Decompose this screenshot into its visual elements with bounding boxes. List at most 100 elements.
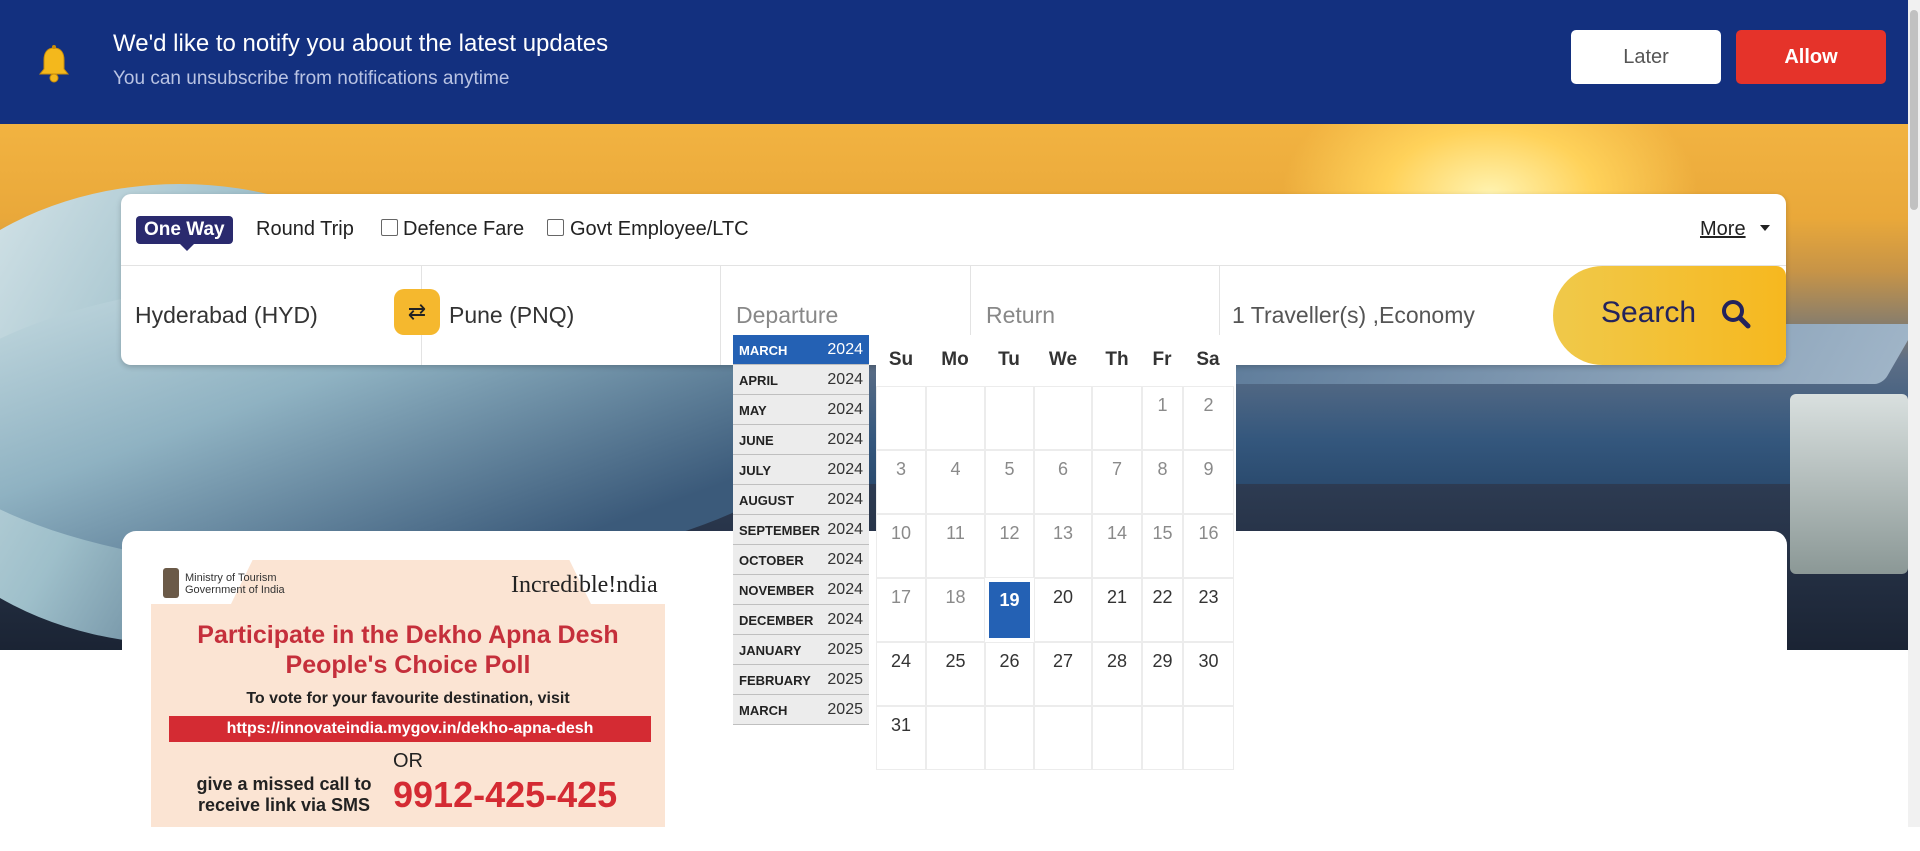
- page-scrollbar[interactable]: [1908, 0, 1920, 827]
- calendar-day[interactable]: 26: [985, 642, 1034, 706]
- chevron-down-icon[interactable]: [1760, 225, 1770, 231]
- calendar-day: 16: [1183, 514, 1234, 578]
- month-year: 2025: [827, 701, 863, 718]
- banner-or: OR: [393, 750, 423, 772]
- calendar-empty-cell: [985, 706, 1034, 770]
- travellers-field[interactable]: 1 Traveller(s) ,Economy: [1232, 302, 1475, 329]
- field-separator: [720, 266, 721, 365]
- month-item[interactable]: MARCH 2025: [733, 695, 869, 725]
- month-name: JANUARY: [739, 643, 802, 658]
- calendar-empty-cell: [1034, 706, 1092, 770]
- calendar-day[interactable]: 30: [1183, 642, 1234, 706]
- more-dropdown[interactable]: More: [1700, 218, 1746, 241]
- later-button[interactable]: Later: [1571, 30, 1721, 84]
- to-field[interactable]: Pune (PNQ): [449, 302, 574, 329]
- scrollbar-thumb[interactable]: [1910, 10, 1918, 210]
- month-year: 2024: [827, 341, 863, 358]
- calendar-empty-cell: [926, 706, 985, 770]
- calendar-day: 15: [1142, 514, 1183, 578]
- month-item[interactable]: DECEMBER 2024: [733, 605, 869, 635]
- calendar-day[interactable]: 29: [1142, 642, 1183, 706]
- day-number: 6: [1057, 459, 1068, 479]
- day-number: 11: [946, 523, 965, 543]
- calendar-day[interactable]: 24: [876, 642, 926, 706]
- govt-employee-label[interactable]: Govt Employee/LTC: [570, 218, 749, 241]
- calendar-empty-cell: [1092, 386, 1142, 450]
- month-year: 2024: [827, 371, 863, 388]
- form-divider: [121, 265, 1786, 266]
- calendar-empty-cell: [1142, 706, 1183, 770]
- day-number: 14: [1106, 523, 1128, 543]
- month-item[interactable]: SEPTEMBER 2024: [733, 515, 869, 545]
- month-name: JUNE: [739, 433, 774, 448]
- calendar-day[interactable]: 20: [1034, 578, 1092, 642]
- month-year: 2025: [827, 671, 863, 688]
- calendar-day: 5: [985, 450, 1034, 514]
- search-button[interactable]: Search: [1553, 266, 1786, 365]
- month-year: 2024: [827, 491, 863, 508]
- calendar-day[interactable]: 25: [926, 642, 985, 706]
- calendar-empty-cell: [1092, 706, 1142, 770]
- month-year: 2024: [827, 551, 863, 568]
- calendar-day: 17: [876, 578, 926, 642]
- day-number: 3: [895, 459, 906, 479]
- month-name: NOVEMBER: [739, 583, 815, 598]
- notification-subtitle: You can unsubscribe from notifications a…: [113, 68, 510, 89]
- allow-button[interactable]: Allow: [1736, 30, 1886, 84]
- weekday-header: Fr: [1152, 349, 1172, 370]
- departure-field[interactable]: Departure: [736, 302, 838, 329]
- month-item[interactable]: MARCH 2024: [733, 335, 869, 365]
- calendar-day: 6: [1034, 450, 1092, 514]
- month-list: MARCH 2024 APRIL 2024 MAY 2024 JUNE 2024 JULY 202…: [733, 335, 869, 725]
- month-name: MARCH: [739, 343, 788, 358]
- month-item[interactable]: OCTOBER 2024: [733, 545, 869, 575]
- calendar-day[interactable]: 27: [1034, 642, 1092, 706]
- month-item[interactable]: FEBRUARY 2025: [733, 665, 869, 695]
- banner-ministry: Ministry of Tourism Government of India: [185, 572, 285, 596]
- search-icon: [1722, 300, 1751, 329]
- month-year: 2025: [827, 641, 863, 658]
- weekday-header: Sa: [1196, 349, 1220, 370]
- govt-employee-checkbox[interactable]: [547, 219, 564, 236]
- calendar-day[interactable]: 28: [1092, 642, 1142, 706]
- round-trip-tab[interactable]: Round Trip: [256, 218, 354, 241]
- month-year: 2024: [827, 401, 863, 418]
- search-button-label: Search: [1601, 296, 1697, 329]
- defence-fare-checkbox[interactable]: [381, 219, 398, 236]
- emblem-icon: [163, 568, 179, 598]
- from-field[interactable]: Hyderabad (HYD): [135, 302, 318, 329]
- month-year: 2024: [827, 431, 863, 448]
- month-year: 2024: [827, 461, 863, 478]
- day-number: 12: [999, 523, 1020, 543]
- month-item[interactable]: JULY 2024: [733, 455, 869, 485]
- month-item[interactable]: JUNE 2024: [733, 425, 869, 455]
- weekday-header: Tu: [998, 349, 1020, 370]
- calendar-day[interactable]: 31: [876, 706, 926, 770]
- return-field[interactable]: Return: [986, 302, 1055, 329]
- calendar-day[interactable]: 23: [1183, 578, 1234, 642]
- swap-icon[interactable]: ⇄: [394, 289, 440, 335]
- month-item[interactable]: JANUARY 2025: [733, 635, 869, 665]
- promo-banner[interactable]: Ministry of Tourism Government of India …: [151, 560, 665, 827]
- month-item[interactable]: AUGUST 2024: [733, 485, 869, 515]
- calendar-day[interactable]: 21: [1092, 578, 1142, 642]
- month-year: 2024: [827, 521, 863, 538]
- month-item[interactable]: MAY 2024: [733, 395, 869, 425]
- calendar-day[interactable]: 22: [1142, 578, 1183, 642]
- notification-title: We'd like to notify you about the latest…: [113, 30, 609, 57]
- month-item[interactable]: APRIL 2024: [733, 365, 869, 395]
- day-number: 21: [1106, 587, 1128, 607]
- day-number: 25: [945, 651, 966, 671]
- service-truck: [1790, 394, 1908, 574]
- calendar-day: 7: [1092, 450, 1142, 514]
- banner-url[interactable]: https://innovateindia.mygov.in/dekho-apn…: [169, 716, 651, 742]
- day-number: 24: [890, 651, 912, 671]
- one-way-tab-pointer: [180, 244, 194, 251]
- day-number: 27: [1052, 651, 1074, 671]
- calendar-day: 12: [985, 514, 1034, 578]
- calendar-day[interactable]: 19: [989, 582, 1030, 638]
- one-way-tab[interactable]: One Way: [136, 216, 233, 244]
- defence-fare-label[interactable]: Defence Fare: [403, 218, 524, 241]
- month-name: SEPTEMBER: [739, 523, 820, 538]
- month-item[interactable]: NOVEMBER 2024: [733, 575, 869, 605]
